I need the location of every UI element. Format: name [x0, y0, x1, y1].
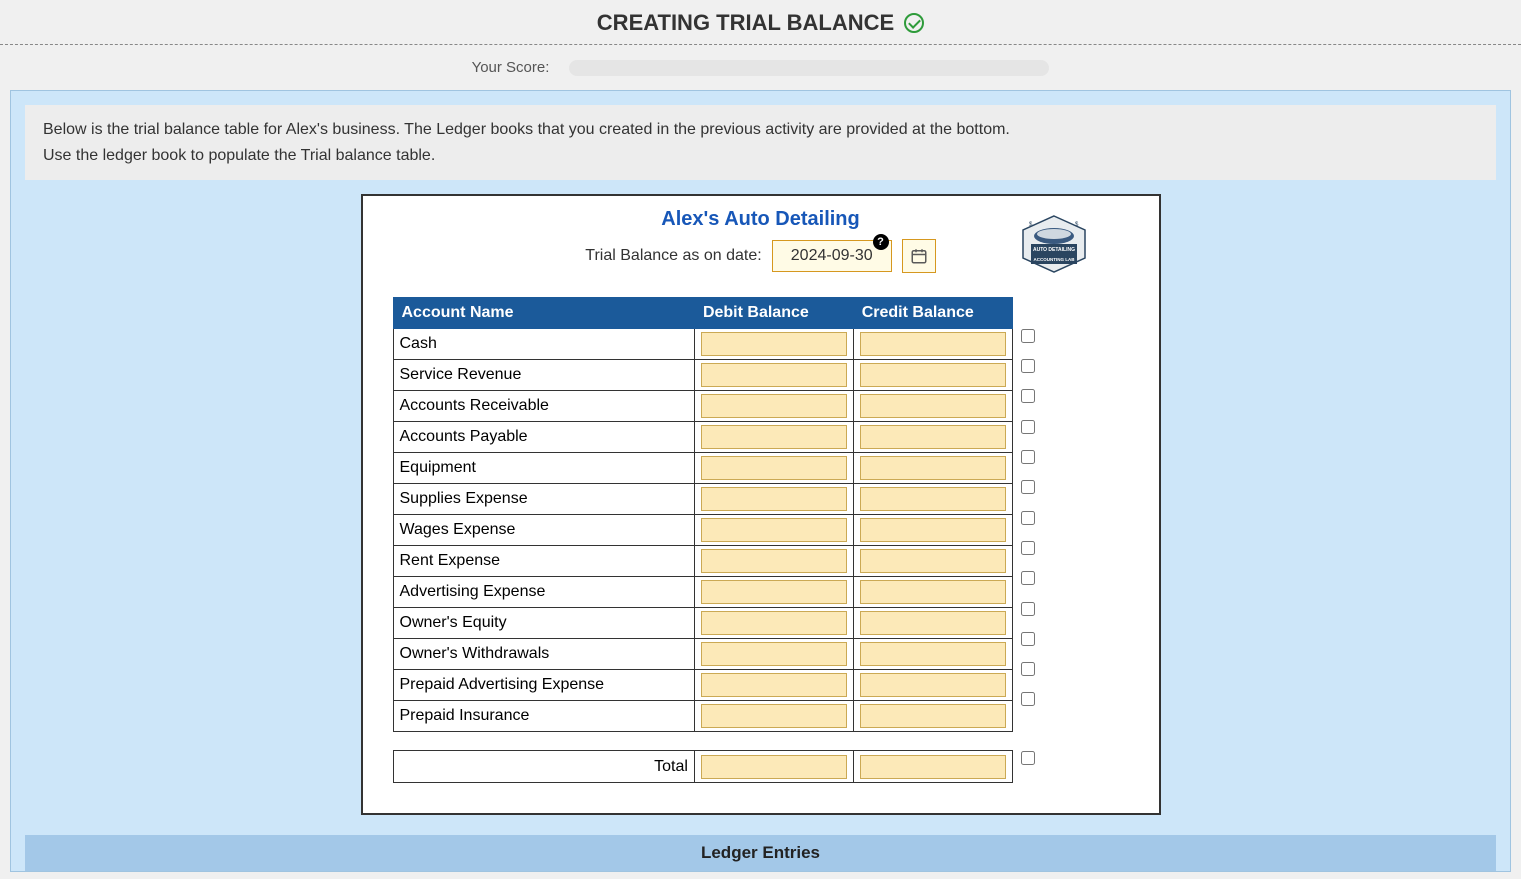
debit-input[interactable]	[701, 425, 847, 449]
credit-input[interactable]	[860, 611, 1006, 635]
score-label: Your Score:	[472, 59, 550, 76]
account-name-cell: Rent Expense	[393, 546, 694, 577]
instructions-box: Below is the trial balance table for Ale…	[25, 105, 1496, 180]
check-circle-icon	[904, 13, 924, 33]
account-name-cell: Supplies Expense	[393, 484, 694, 515]
credit-input[interactable]	[860, 425, 1006, 449]
credit-input[interactable]	[860, 363, 1006, 387]
trial-balance-table-block: Account Name Debit Balance Credit Balanc…	[393, 273, 1129, 783]
total-debit-input[interactable]	[701, 755, 847, 779]
col-debit-balance: Debit Balance	[694, 298, 853, 329]
account-name-cell: Accounts Payable	[393, 422, 694, 453]
row-checkbox[interactable]	[1021, 480, 1035, 494]
svg-text:AUTO DETAILING: AUTO DETAILING	[1032, 247, 1074, 253]
table-row: Accounts Receivable	[393, 391, 1012, 422]
row-checkbox[interactable]	[1021, 692, 1035, 706]
credit-input[interactable]	[860, 394, 1006, 418]
page-title: CREATING TRIAL BALANCE	[597, 10, 894, 36]
trial-balance-card: Alex's Auto Detailing Trial Balance as o…	[361, 194, 1161, 815]
credit-input[interactable]	[860, 580, 1006, 604]
row-checkbox[interactable]	[1021, 359, 1035, 373]
table-row: Supplies Expense	[393, 484, 1012, 515]
balance-subtitle: Trial Balance as on date:	[585, 247, 761, 265]
table-row: Wages Expense	[393, 515, 1012, 546]
account-name-cell: Advertising Expense	[393, 577, 694, 608]
row-checkbox[interactable]	[1021, 450, 1035, 464]
debit-input[interactable]	[701, 642, 847, 666]
company-logo: AUTO DETAILING ACCOUNTING LAB $ $	[1019, 214, 1089, 274]
credit-input[interactable]	[860, 518, 1006, 542]
row-checkbox[interactable]	[1021, 541, 1035, 555]
debit-input[interactable]	[701, 580, 847, 604]
score-row: Your Score:	[0, 45, 1521, 90]
trial-balance-table: Account Name Debit Balance Credit Balanc…	[393, 297, 1013, 732]
debit-input[interactable]	[701, 673, 847, 697]
total-credit-input[interactable]	[860, 755, 1006, 779]
table-row: Owner's Equity	[393, 608, 1012, 639]
row-checkbox[interactable]	[1021, 632, 1035, 646]
credit-input[interactable]	[860, 673, 1006, 697]
credit-input[interactable]	[860, 704, 1006, 728]
table-row: Owner's Withdrawals	[393, 639, 1012, 670]
card-header: Alex's Auto Detailing Trial Balance as o…	[393, 206, 1129, 273]
credit-input[interactable]	[860, 487, 1006, 511]
account-name-cell: Accounts Receivable	[393, 391, 694, 422]
debit-input[interactable]	[701, 363, 847, 387]
instructions-line-1: Below is the trial balance table for Ale…	[43, 117, 1478, 143]
account-name-cell: Service Revenue	[393, 360, 694, 391]
debit-input[interactable]	[701, 487, 847, 511]
table-row: Prepaid Insurance	[393, 701, 1012, 732]
date-picker-button[interactable]	[902, 239, 936, 273]
score-progress-bar	[569, 60, 1049, 76]
ledger-entries-header[interactable]: Ledger Entries	[25, 835, 1496, 871]
table-row: Rent Expense	[393, 546, 1012, 577]
account-name-cell: Cash	[393, 329, 694, 360]
debit-input[interactable]	[701, 704, 847, 728]
instructions-line-2: Use the ledger book to populate the Tria…	[43, 143, 1478, 169]
debit-input[interactable]	[701, 611, 847, 635]
debit-input[interactable]	[701, 332, 847, 356]
debit-input[interactable]	[701, 456, 847, 480]
table-row: Cash	[393, 329, 1012, 360]
credit-input[interactable]	[860, 549, 1006, 573]
debit-input[interactable]	[701, 518, 847, 542]
table-row: Service Revenue	[393, 360, 1012, 391]
col-account-name: Account Name	[393, 298, 694, 329]
row-checkbox[interactable]	[1021, 420, 1035, 434]
total-row-checkbox[interactable]	[1021, 751, 1035, 765]
row-checkbox[interactable]	[1021, 389, 1035, 403]
account-name-cell: Prepaid Insurance	[393, 701, 694, 732]
row-checkbox[interactable]	[1021, 571, 1035, 585]
svg-text:ACCOUNTING LAB: ACCOUNTING LAB	[1033, 257, 1075, 262]
account-name-cell: Owner's Withdrawals	[393, 639, 694, 670]
col-credit-balance: Credit Balance	[853, 298, 1012, 329]
credit-input[interactable]	[860, 642, 1006, 666]
account-name-cell: Owner's Equity	[393, 608, 694, 639]
total-table: Total	[393, 750, 1013, 783]
account-name-cell: Prepaid Advertising Expense	[393, 670, 694, 701]
help-icon[interactable]: ?	[873, 234, 889, 250]
credit-input[interactable]	[860, 332, 1006, 356]
table-row: Equipment	[393, 453, 1012, 484]
calendar-icon	[910, 247, 928, 265]
table-row: Accounts Payable	[393, 422, 1012, 453]
account-name-cell: Wages Expense	[393, 515, 694, 546]
total-label: Total	[393, 751, 694, 783]
table-row: Advertising Expense	[393, 577, 1012, 608]
credit-input[interactable]	[860, 456, 1006, 480]
row-checkbox[interactable]	[1021, 662, 1035, 676]
account-name-cell: Equipment	[393, 453, 694, 484]
page-header: CREATING TRIAL BALANCE	[0, 0, 1521, 44]
table-row: Prepaid Advertising Expense	[393, 670, 1012, 701]
row-checkbox[interactable]	[1021, 602, 1035, 616]
row-checkbox[interactable]	[1021, 329, 1035, 343]
main-panel: Below is the trial balance table for Ale…	[10, 90, 1511, 872]
row-checkbox[interactable]	[1021, 511, 1035, 525]
debit-input[interactable]	[701, 394, 847, 418]
debit-input[interactable]	[701, 549, 847, 573]
